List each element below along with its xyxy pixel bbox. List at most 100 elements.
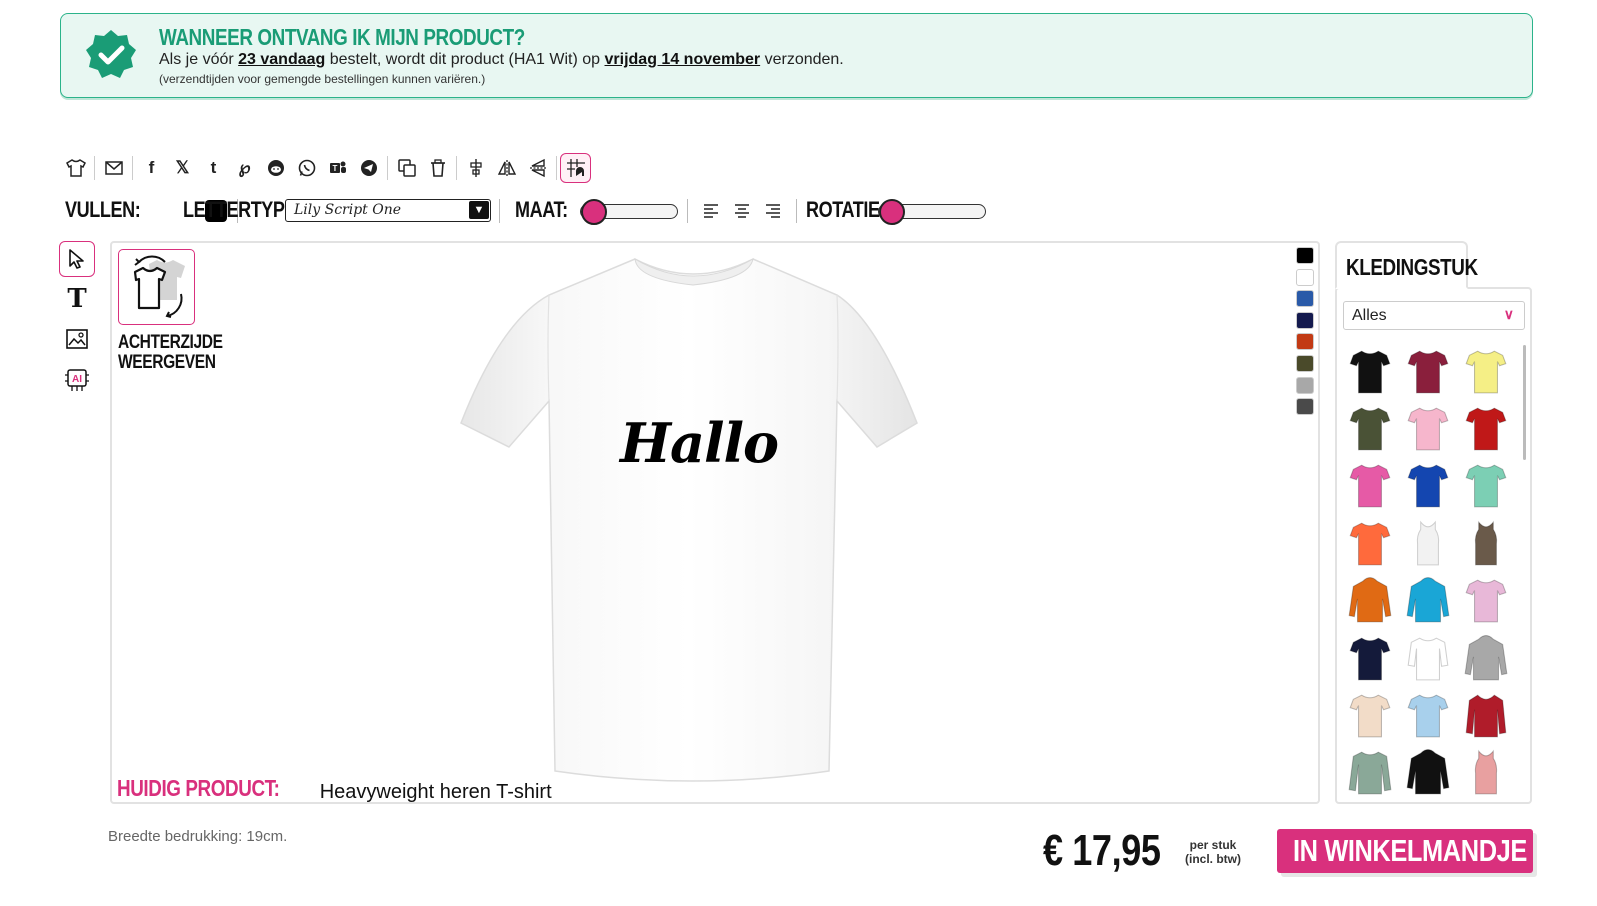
garment-option[interactable] bbox=[1457, 458, 1514, 515]
size-slider-knob[interactable] bbox=[581, 199, 607, 225]
ai-tool[interactable]: AI bbox=[59, 361, 95, 397]
garment-tee-icon bbox=[1349, 407, 1390, 451]
garment-tee-icon bbox=[1407, 350, 1448, 394]
garment-option[interactable] bbox=[1457, 400, 1514, 457]
text-tool[interactable]: T bbox=[59, 281, 95, 317]
rotation-label: ROTATIE: bbox=[806, 197, 886, 222]
garment-option[interactable] bbox=[1399, 573, 1456, 630]
whatsapp-icon[interactable] bbox=[291, 153, 322, 183]
design-canvas[interactable]: ACHTERZIJDE WEERGEVEN Hallo HUIDIG PRODU… bbox=[110, 241, 1320, 804]
garment-option[interactable] bbox=[1399, 630, 1456, 687]
garment-option[interactable] bbox=[1457, 343, 1514, 400]
garment-option[interactable] bbox=[1399, 745, 1456, 802]
garment-option[interactable] bbox=[1341, 343, 1398, 400]
garment-tank-icon bbox=[1416, 520, 1439, 566]
garment-option[interactable] bbox=[1399, 343, 1456, 400]
garment-option[interactable] bbox=[1341, 458, 1398, 515]
garment-hoodie-icon bbox=[1348, 577, 1391, 623]
toolbar-divider bbox=[94, 156, 95, 180]
garment-option[interactable] bbox=[1341, 400, 1398, 457]
size-slider[interactable] bbox=[580, 199, 678, 225]
banner-note: (verzendtijden voor gemengde bestellinge… bbox=[159, 72, 486, 86]
shirt-color-swatch[interactable] bbox=[1296, 247, 1314, 264]
align-left-icon[interactable] bbox=[701, 201, 721, 221]
select-tool[interactable] bbox=[59, 241, 95, 277]
tumblr-icon[interactable]: t bbox=[198, 153, 229, 183]
garment-tank-icon bbox=[1474, 750, 1497, 795]
garment-jacket-icon bbox=[1465, 694, 1506, 738]
banner-shipping-text: Als je vóór 23 vandaag bestelt, wordt di… bbox=[159, 51, 844, 69]
reddit-icon[interactable] bbox=[260, 153, 291, 183]
shirt-color-swatch[interactable] bbox=[1296, 333, 1314, 351]
chevron-down-icon: ▼ bbox=[469, 201, 489, 219]
garment-option[interactable] bbox=[1457, 687, 1514, 744]
mail-icon[interactable] bbox=[98, 153, 129, 183]
garment-option[interactable] bbox=[1399, 687, 1456, 744]
rotation-slider[interactable] bbox=[878, 199, 986, 225]
tab-garment[interactable]: KLEDINGSTUK bbox=[1335, 241, 1478, 289]
garment-option[interactable] bbox=[1341, 687, 1398, 744]
garment-option[interactable] bbox=[1399, 515, 1456, 572]
teams-icon[interactable]: T bbox=[322, 153, 353, 183]
pinterest-icon[interactable]: ℘ bbox=[229, 153, 260, 183]
garment-option[interactable] bbox=[1341, 515, 1398, 572]
garment-option[interactable] bbox=[1457, 745, 1514, 802]
garment-hoodie-icon bbox=[1464, 634, 1507, 680]
garment-scrollbar[interactable] bbox=[1523, 345, 1526, 460]
toolbar-divider bbox=[456, 156, 457, 180]
telegram-icon[interactable] bbox=[353, 153, 384, 183]
verified-check-icon bbox=[86, 30, 136, 78]
garment-option[interactable] bbox=[1399, 400, 1456, 457]
garment-tee-icon bbox=[1465, 465, 1506, 508]
align-right-icon[interactable] bbox=[763, 201, 783, 221]
x-icon[interactable]: 𝕏 bbox=[167, 153, 198, 183]
show-back-button[interactable] bbox=[118, 249, 195, 325]
garment-option[interactable] bbox=[1341, 745, 1398, 802]
trash-icon[interactable] bbox=[422, 153, 453, 183]
garment-tee-icon bbox=[1349, 350, 1390, 394]
garment-grid bbox=[1341, 343, 1515, 803]
image-tool[interactable] bbox=[59, 321, 95, 357]
price: € 17,95 bbox=[1043, 826, 1161, 875]
garment-option[interactable] bbox=[1399, 458, 1456, 515]
rotation-slider-knob[interactable] bbox=[879, 199, 905, 225]
shirt-color-swatch[interactable] bbox=[1296, 268, 1314, 286]
editor-toolbar: f 𝕏 t ℘ T bbox=[60, 152, 591, 184]
duplicate-icon[interactable] bbox=[391, 153, 422, 183]
banner-deadline: 23 vandaag bbox=[238, 51, 326, 68]
show-back-label[interactable]: ACHTERZIJDE WEERGEVEN bbox=[118, 332, 223, 373]
show-back-label-line1: ACHTERZIJDE bbox=[118, 332, 223, 353]
garment-option[interactable] bbox=[1341, 573, 1398, 630]
tshirt-mockup bbox=[460, 258, 918, 782]
tshirt-icon[interactable] bbox=[60, 153, 91, 183]
text-properties-bar: VULLEN: LETTERTYPE: Lily Script One ▼ MA… bbox=[65, 196, 1005, 226]
show-back-label-line2: WEERGEVEN bbox=[118, 352, 216, 373]
category-select[interactable]: Alles ∨ bbox=[1343, 301, 1525, 330]
banner-text-pre: Als je vóór bbox=[159, 51, 239, 68]
shirt-color-swatch[interactable] bbox=[1296, 354, 1314, 372]
facebook-icon[interactable]: f bbox=[136, 153, 167, 183]
garment-tee-icon bbox=[1407, 407, 1448, 451]
design-text-object[interactable]: Hallo bbox=[620, 411, 779, 475]
snap-grid-icon[interactable] bbox=[560, 153, 591, 183]
garment-tank-icon bbox=[1474, 520, 1497, 566]
align-center-icon[interactable] bbox=[460, 153, 491, 183]
align-center-text-icon[interactable] bbox=[732, 201, 752, 221]
shirt-color-swatch[interactable] bbox=[1296, 290, 1314, 308]
chevron-down-icon: ∨ bbox=[1503, 306, 1514, 322]
font-select[interactable]: Lily Script One ▼ bbox=[285, 199, 491, 222]
shirt-color-swatch[interactable] bbox=[1296, 376, 1314, 394]
garment-tee-icon bbox=[1465, 407, 1506, 451]
garment-tee-icon bbox=[1349, 522, 1390, 566]
category-select-value: Alles bbox=[1352, 307, 1387, 324]
shirt-color-swatch[interactable] bbox=[1296, 398, 1314, 416]
flip-vertical-icon[interactable] bbox=[522, 153, 553, 183]
left-toolbox: T AI bbox=[59, 241, 95, 401]
garment-option[interactable] bbox=[1457, 515, 1514, 572]
add-to-cart-button[interactable]: IN WINKELMANDJE bbox=[1277, 829, 1533, 873]
flip-horizontal-icon[interactable] bbox=[491, 153, 522, 183]
garment-option[interactable] bbox=[1457, 630, 1514, 687]
garment-option[interactable] bbox=[1457, 573, 1514, 630]
garment-option[interactable] bbox=[1341, 630, 1398, 687]
shirt-color-swatch[interactable] bbox=[1296, 311, 1314, 329]
